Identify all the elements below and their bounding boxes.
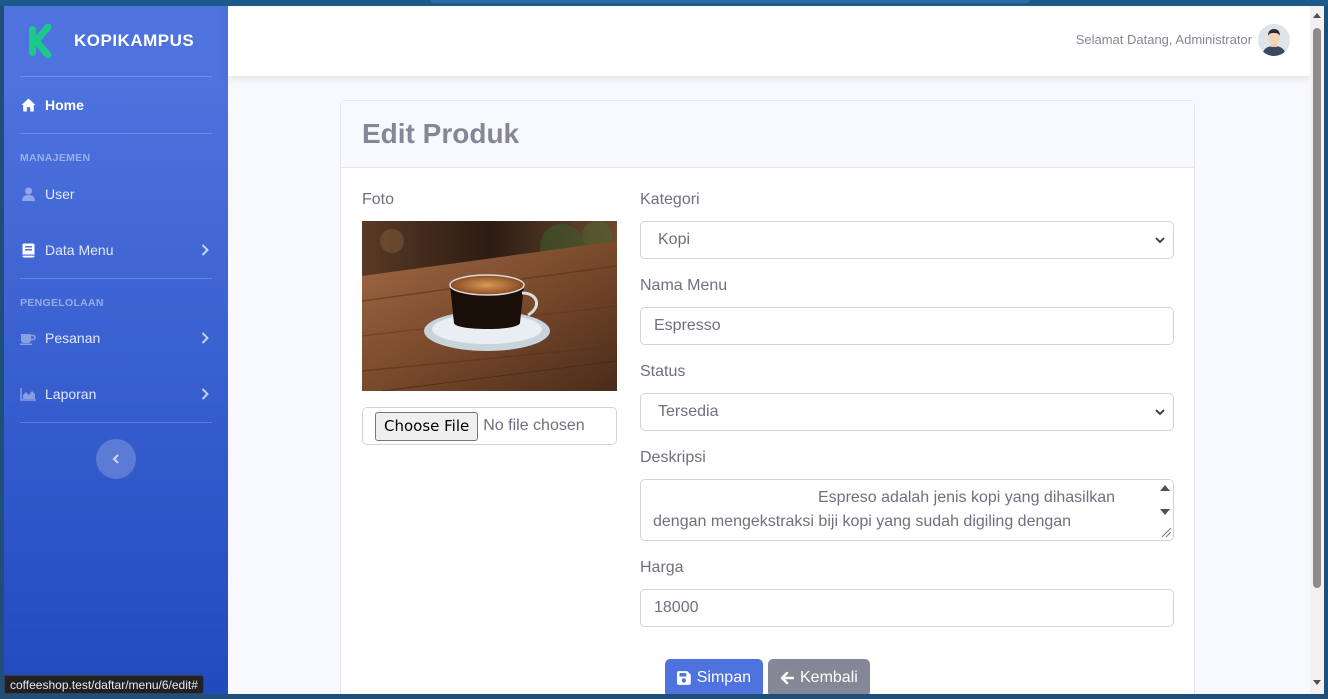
sidebar-divider (20, 422, 212, 423)
scroll-down-arrow-icon[interactable] (1313, 678, 1321, 686)
status-selected-value: Tersedia (658, 403, 719, 420)
sidebar-divider (20, 278, 212, 279)
textarea-scrollbar[interactable] (1158, 481, 1172, 539)
chevron-down-icon (1155, 237, 1165, 244)
save-button-label: Simpan (696, 669, 751, 686)
user-avatar-icon (1258, 24, 1290, 56)
kategori-label: Kategori (640, 191, 700, 208)
sidebar-item-label: Pesanan (45, 330, 101, 346)
deskripsi-textarea[interactable]: Espreso adalah jenis kopi yang dihasilka… (640, 479, 1174, 541)
status-label: Status (640, 363, 686, 380)
brand-logo-icon (29, 24, 52, 58)
home-icon (20, 97, 36, 113)
book-icon (20, 242, 36, 258)
chevron-down-icon (1155, 409, 1165, 416)
nama-menu-value: Espresso (654, 317, 721, 334)
chevron-right-icon (201, 388, 209, 400)
sidebar-item-label: User (45, 186, 75, 202)
sidebar-item-label: Laporan (45, 386, 97, 402)
brand-name: KOPIKAMPUS (74, 31, 195, 50)
back-button[interactable]: Kembali (768, 659, 870, 694)
sidebar-heading-pengelolaan: PENGELOLAAN (20, 297, 104, 309)
kategori-selected-value: Kopi (658, 231, 691, 248)
status-select[interactable]: Tersedia (640, 393, 1174, 431)
chevron-right-icon (201, 244, 209, 256)
deskripsi-label: Deskripsi (640, 449, 706, 466)
chevron-left-icon (112, 454, 119, 464)
choose-file-button[interactable]: Choose File (375, 411, 479, 441)
sidebar-item-laporan[interactable]: Laporan (20, 379, 212, 409)
photo-file-input[interactable]: Choose File No file chosen (362, 407, 617, 445)
coffee-icon (20, 330, 36, 346)
sidebar-brand[interactable]: KOPIKAMPUS (4, 6, 228, 76)
scroll-up-arrow-icon[interactable] (1313, 12, 1321, 20)
sidebar-divider (20, 133, 212, 134)
sidebar-toggle-button[interactable] (96, 439, 136, 479)
chart-area-icon (20, 386, 36, 402)
file-status-text: No file chosen (483, 417, 585, 434)
harga-label: Harga (640, 559, 684, 576)
sidebar-item-user[interactable]: User (20, 179, 212, 209)
nama-menu-input[interactable]: Espresso (640, 307, 1174, 345)
product-photo (362, 221, 617, 391)
sidebar-heading-manajemen: MANAJEMEN (20, 152, 91, 164)
sidebar-divider (20, 76, 212, 77)
sidebar-item-data-menu[interactable]: Data Menu (20, 235, 212, 265)
card-header: Edit Produk (341, 101, 1194, 168)
scrollbar-thumb[interactable] (1313, 28, 1321, 588)
page-scrollbar[interactable] (1310, 6, 1324, 694)
sidebar-item-home[interactable]: Home (20, 90, 212, 120)
save-icon (677, 671, 691, 685)
welcome-text[interactable]: Selamat Datang, Administrator (1076, 32, 1252, 47)
espresso-photo-icon (362, 221, 617, 391)
harga-value: 18000 (654, 599, 699, 616)
foto-label: Foto (362, 191, 395, 208)
topbar: Selamat Datang, Administrator (228, 6, 1310, 76)
chevron-right-icon (201, 332, 209, 344)
kategori-select[interactable]: Kopi (640, 221, 1174, 259)
sidebar-item-pesanan[interactable]: Pesanan (20, 323, 212, 353)
harga-input[interactable]: 18000 (640, 589, 1174, 627)
save-button[interactable]: Simpan (665, 659, 763, 694)
page-viewport: KOPIKAMPUS Home MANAJEMEN User Data Menu… (4, 6, 1324, 694)
page-title: Edit Produk (362, 118, 520, 149)
back-button-label: Kembali (800, 669, 858, 686)
sidebar-item-label: Home (45, 97, 84, 113)
nama-menu-label: Nama Menu (640, 277, 728, 294)
user-icon (20, 186, 36, 202)
sidebar: KOPIKAMPUS Home MANAJEMEN User Data Menu… (4, 6, 228, 694)
avatar[interactable] (1258, 24, 1290, 56)
browser-tab-edge (430, 0, 1030, 3)
edit-product-card: Edit Produk Foto Choose File No file cho… (340, 100, 1195, 694)
status-url-bar: coffeeshop.test/daftar/menu/6/edit# (4, 675, 204, 694)
sidebar-item-label: Data Menu (45, 242, 114, 258)
arrow-left-icon (780, 671, 794, 685)
